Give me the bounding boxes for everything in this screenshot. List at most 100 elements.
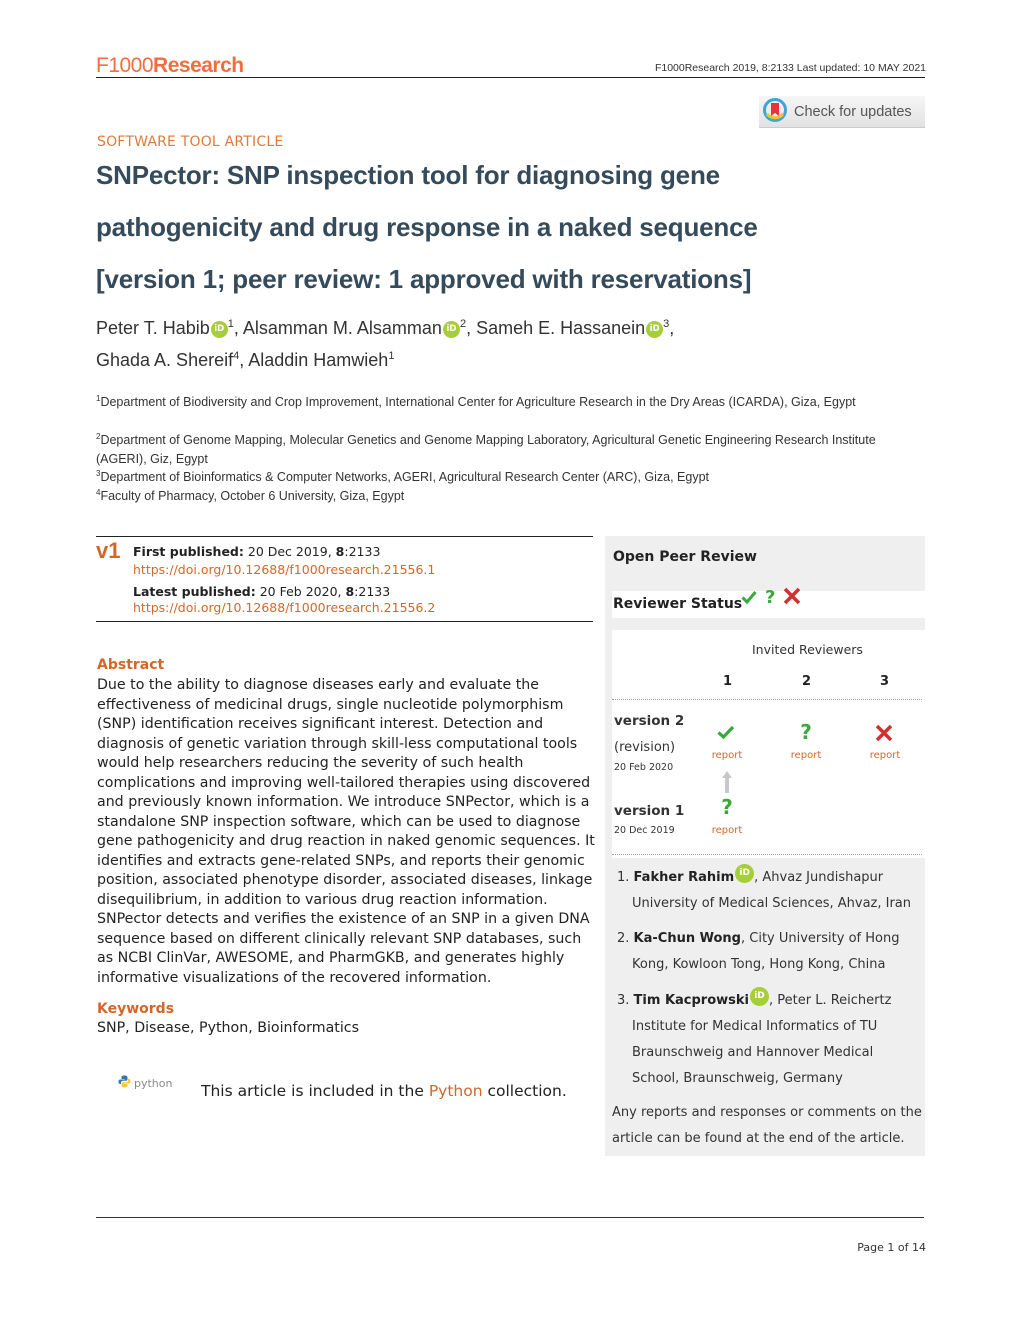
version-1-label[interactable]: version 1	[614, 803, 684, 819]
orcid-icon[interactable]: iD	[442, 321, 460, 338]
keywords-text: SNP, Disease, Python, Bioinformatics	[97, 1020, 359, 1036]
latest-published-date: 20 Feb 2020,	[255, 584, 346, 599]
latest-published: Latest published: 20 Feb 2020, 8:2133	[133, 584, 390, 599]
reviewer-item-2: 2. Ka-Chun Wong, City University of Hong…	[617, 926, 922, 978]
author-affiliation-ref: 2	[459, 318, 467, 330]
publication-divider-bottom	[96, 621, 593, 622]
header-meta: F1000Research 2019, 8:2133 Last updated:…	[654, 62, 926, 74]
rejected-cross-icon	[783, 587, 801, 609]
first-published: First published: 20 Dec 2019, 8:2133	[133, 544, 380, 559]
author-name[interactable]: Aladdin Hamwieh	[248, 350, 388, 370]
table-divider	[612, 699, 922, 700]
author-affiliation-ref: 1	[388, 350, 395, 362]
latest-published-label: Latest published:	[133, 584, 256, 599]
affiliation-text: Department of Bioinformatics & Computer …	[100, 470, 710, 484]
peer-review-footnote: Any reports and responses or comments on…	[612, 1105, 922, 1146]
rejected-cross-icon	[875, 724, 893, 746]
reviewer-status-legend: ?	[741, 587, 801, 609]
keywords-heading: Keywords	[97, 1001, 175, 1017]
reviewer-number: 2.	[617, 931, 630, 946]
invited-reviewers-label: Invited Reviewers	[752, 642, 863, 657]
collection-suffix: collection.	[482, 1082, 567, 1100]
publication-divider-top	[96, 536, 593, 537]
abstract-text: Due to the ability to diagnose diseases …	[97, 677, 595, 986]
page-number: Page 1 of 14	[857, 1241, 926, 1254]
reviewer-affiliation-cont: University of Medical Sciences, Ahvaz, I…	[632, 896, 912, 911]
logo-prefix: F1000	[96, 54, 154, 77]
reservations-question-icon: ?	[800, 720, 812, 744]
reviewer-status-title: Reviewer Status	[613, 596, 743, 612]
first-published-doi-link[interactable]: https://doi.org/10.12688/f1000research.2…	[133, 562, 435, 577]
check-for-updates-button[interactable]: Check for updates	[759, 96, 925, 128]
open-peer-review-title: Open Peer Review	[613, 549, 757, 565]
report-link-v2-r2[interactable]: report	[781, 750, 831, 761]
python-collection-link[interactable]: Python	[429, 1082, 483, 1100]
python-icon	[118, 1075, 131, 1091]
collection-prefix: This article is included in the	[201, 1082, 429, 1100]
reviewer-column-3: 3	[880, 674, 890, 689]
python-collection-logo[interactable]: python	[118, 1075, 172, 1091]
orcid-icon[interactable]: iD	[646, 321, 664, 338]
author-name[interactable]: Alsamman M. Alsamman	[243, 318, 442, 338]
logo-suffix: Research	[153, 54, 244, 77]
reviewer-affiliation: , City University of Hong	[741, 931, 900, 946]
reviewer-name[interactable]: Ka-Chun Wong	[634, 931, 741, 946]
version-badge: v1	[96, 538, 121, 563]
author-name[interactable]: Peter T. Habib	[96, 318, 210, 338]
author-affiliation-ref: 3	[663, 318, 670, 330]
version-2-revision: (revision)	[614, 740, 676, 755]
reviewer-name[interactable]: Tim Kacprowski	[634, 993, 749, 1008]
author-list-line-2: Ghada A. Shereif4, Aladdin Hamwieh1	[96, 350, 395, 370]
reviewer-number: 1.	[617, 870, 630, 885]
reviewer-affiliation: , Peter L. Reichertz	[769, 993, 892, 1008]
approved-check-icon	[717, 724, 735, 743]
report-link-v2-r1[interactable]: report	[702, 750, 752, 761]
article-id: :2133	[354, 584, 391, 599]
version-arrow-up-icon	[721, 770, 733, 798]
reviewer-name[interactable]: Fakher Rahim	[634, 870, 735, 885]
version-2-date: 20 Feb 2020	[614, 762, 674, 773]
author-name[interactable]: Ghada A. Shereif	[96, 350, 233, 370]
first-published-label: First published:	[133, 544, 244, 559]
abstract-heading: Abstract	[97, 657, 165, 673]
affiliation-1: 1Department of Biodiversity and Crop Imp…	[96, 389, 946, 412]
reviewer-column-1: 1	[723, 674, 733, 689]
table-divider	[612, 854, 922, 855]
article-title-line-3: [version 1; peer review: 1 approved with…	[96, 264, 752, 294]
latest-published-doi-link[interactable]: https://doi.org/10.12688/f1000research.2…	[133, 600, 435, 615]
crossmark-icon	[762, 97, 788, 127]
affiliation-2: 2Department of Genome Mapping, Molecular…	[96, 427, 886, 469]
orcid-icon[interactable]: iD	[750, 987, 769, 1006]
reviewer-item-1: 1. Fakher Rahim iD, Ahvaz Jundishapur Uni…	[617, 864, 922, 917]
affiliation-text: Faculty of Pharmacy, October 6 Universit…	[100, 489, 405, 503]
reviewer-affiliation: , Ahvaz Jundishapur	[754, 870, 884, 885]
article-title-line-2: pathogenicity and drug response in a nak…	[96, 212, 758, 242]
article-type: SOFTWARE TOOL ARTICLE	[97, 134, 284, 150]
footer-divider	[96, 1217, 924, 1218]
reviewer-affiliation-cont: Institute for Medical Informatics of TU …	[632, 1019, 878, 1086]
article-title-line-1: SNPector: SNP inspection tool for diagno…	[96, 160, 720, 190]
author-affiliation-ref: 4	[233, 350, 240, 362]
python-logo-text: python	[134, 1076, 173, 1090]
author-name[interactable]: Sameh E. Hassanein	[476, 318, 645, 338]
orcid-icon[interactable]: iD	[210, 321, 228, 338]
volume: 8	[345, 584, 355, 599]
reviewer-number: 3.	[617, 993, 630, 1008]
reviewer-item-3: 3. Tim Kacprowski iD, Peter L. Reichertz …	[617, 987, 922, 1092]
reviewer-affiliation-cont: Kong, Kowloon Tong, Hong Kong, China	[632, 957, 886, 972]
orcid-icon[interactable]: iD	[735, 864, 755, 883]
first-published-date: 20 Dec 2019,	[243, 544, 336, 559]
header-divider	[96, 77, 925, 78]
approved-check-icon	[741, 589, 757, 608]
version-2-label[interactable]: version 2	[614, 713, 684, 729]
author-affiliation-ref: 1	[227, 318, 234, 330]
reservations-question-icon: ?	[721, 795, 733, 819]
reservations-question-icon: ?	[765, 587, 776, 608]
article-id: :2133	[344, 544, 381, 559]
report-link-v1-r1[interactable]: report	[702, 825, 752, 836]
f1000research-logo[interactable]: F1000Research	[96, 54, 244, 78]
affiliation-text: Department of Biodiversity and Crop Impr…	[100, 395, 856, 409]
report-link-v2-r3[interactable]: report	[860, 750, 910, 761]
affiliation-text: Department of Genome Mapping, Molecular …	[96, 433, 876, 466]
version-1-date: 20 Dec 2019	[614, 825, 675, 836]
